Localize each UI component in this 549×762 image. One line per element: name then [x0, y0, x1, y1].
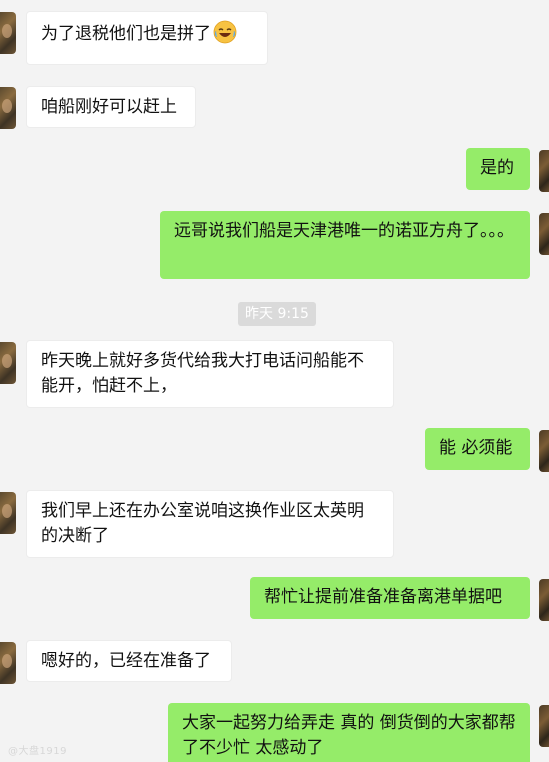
chat-window: 为了退税他们也是拼了 咱船刚好可以赶上 是的 远哥说我们船是天津港唯一的诺亚方舟… [0, 0, 549, 762]
avatar-face [2, 504, 12, 518]
avatar-face [2, 99, 12, 113]
message-text: 为了退税他们也是拼了 [41, 24, 211, 44]
my-avatar[interactable] [539, 213, 549, 255]
outgoing-message[interactable]: 能 必须能 [425, 428, 530, 470]
outgoing-message[interactable]: 帮忙让提前准备准备离港单据吧 [250, 577, 530, 619]
incoming-message[interactable]: 我们早上还在办公室说咱这换作业区太英明的决断了 [26, 490, 394, 558]
message-text: 大家一起努力给弄走 真的 倒货倒的大家都帮了不少忙 太感动了 [182, 713, 516, 758]
avatar-face [2, 354, 12, 368]
contact-avatar[interactable] [0, 642, 16, 684]
watermark: @大盘1919 [8, 746, 67, 757]
my-avatar[interactable] [539, 150, 549, 192]
contact-avatar[interactable] [0, 492, 16, 534]
message-text: 能 必须能 [439, 438, 513, 458]
message-text: 我们早上还在办公室说咱这换作业区太英明的决断了 [41, 501, 364, 546]
contact-avatar[interactable] [0, 87, 16, 129]
outgoing-message[interactable]: 是的 [466, 148, 530, 190]
contact-avatar[interactable] [0, 12, 16, 54]
incoming-message[interactable]: 昨天晚上就好多货代给我大打电话问船能不能开，怕赶不上， [26, 340, 394, 408]
my-avatar[interactable] [539, 430, 549, 472]
message-text: 昨天晚上就好多货代给我大打电话问船能不能开，怕赶不上， [41, 351, 364, 396]
message-timestamp: 昨天 9:15 [238, 302, 316, 326]
outgoing-message[interactable]: 远哥说我们船是天津港唯一的诺亚方舟了。。。 [160, 211, 530, 279]
message-text: 咱船刚好可以赶上 [41, 97, 177, 117]
laughing-crying-emoji-icon [213, 20, 237, 44]
outgoing-message[interactable]: 大家一起努力给弄走 真的 倒货倒的大家都帮了不少忙 太感动了 [168, 703, 530, 762]
message-text: 嗯好的，已经在准备了 [41, 651, 211, 671]
message-text: 帮忙让提前准备准备离港单据吧 [264, 587, 502, 607]
avatar-face [2, 24, 12, 38]
message-text: 是的 [480, 158, 514, 178]
incoming-message[interactable]: 为了退税他们也是拼了 [26, 11, 268, 65]
my-avatar[interactable] [539, 705, 549, 747]
avatar-face [2, 654, 12, 668]
incoming-message[interactable]: 咱船刚好可以赶上 [26, 86, 196, 128]
incoming-message[interactable]: 嗯好的，已经在准备了 [26, 640, 232, 682]
contact-avatar[interactable] [0, 342, 16, 384]
message-text: 远哥说我们船是天津港唯一的诺亚方舟了。。。 [174, 221, 514, 241]
my-avatar[interactable] [539, 579, 549, 621]
